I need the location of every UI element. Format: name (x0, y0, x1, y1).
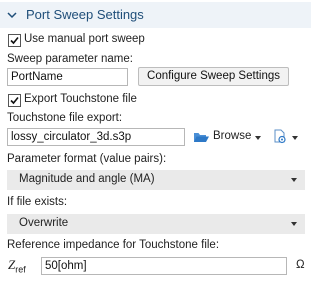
checkmark-icon (10, 36, 19, 45)
reference-impedance-input[interactable]: 50[ohm] (41, 257, 287, 275)
sweep-parameter-input[interactable]: PortName (7, 68, 128, 86)
if-file-exists-select[interactable]: Overwrite (7, 214, 305, 234)
configure-sweep-settings-button[interactable]: Configure Sweep Settings (138, 67, 289, 86)
file-settings-icon (274, 129, 286, 144)
touchstone-file-label: Touchstone file export: (7, 112, 123, 124)
if-file-exists-value: Overwrite (19, 217, 69, 229)
checkmark-icon (10, 96, 19, 105)
impedance-symbol: Zref (8, 257, 26, 275)
port-sweep-settings-panel: Port Sweep Settings Use manual port swee… (0, 0, 311, 281)
parameter-format-label: Parameter format (value pairs): (7, 153, 167, 165)
sweep-parameter-label: Sweep parameter name: (7, 53, 133, 65)
section-header[interactable]: Port Sweep Settings (0, 2, 311, 28)
if-file-exists-label: If file exists: (7, 196, 68, 208)
chevron-down-icon[interactable] (7, 10, 17, 20)
impedance-symbol-subscript: ref (15, 264, 26, 275)
chevron-down-icon[interactable] (292, 136, 298, 140)
chevron-down-icon (291, 222, 297, 226)
parameter-format-select[interactable]: Magnitude and angle (MA) (7, 170, 305, 190)
use-manual-sweep-checkbox[interactable] (8, 34, 21, 47)
unit-label: Ω (296, 259, 305, 271)
use-manual-sweep-label: Use manual port sweep (24, 33, 145, 45)
touchstone-file-input[interactable]: lossy_circulator_3d.s3p (7, 128, 185, 146)
browse-label: Browse (213, 130, 252, 142)
chevron-down-icon (291, 178, 297, 182)
folder-open-icon (193, 130, 210, 147)
chevron-down-icon (255, 136, 261, 140)
file-options-button[interactable] (273, 129, 287, 147)
export-touchstone-checkbox[interactable] (8, 94, 21, 107)
parameter-format-value: Magnitude and angle (MA) (19, 173, 155, 185)
export-touchstone-label: Export Touchstone file (24, 93, 137, 105)
reference-impedance-label: Reference impedance for Touchstone file: (7, 239, 220, 251)
section-title: Port Sweep Settings (26, 7, 144, 22)
